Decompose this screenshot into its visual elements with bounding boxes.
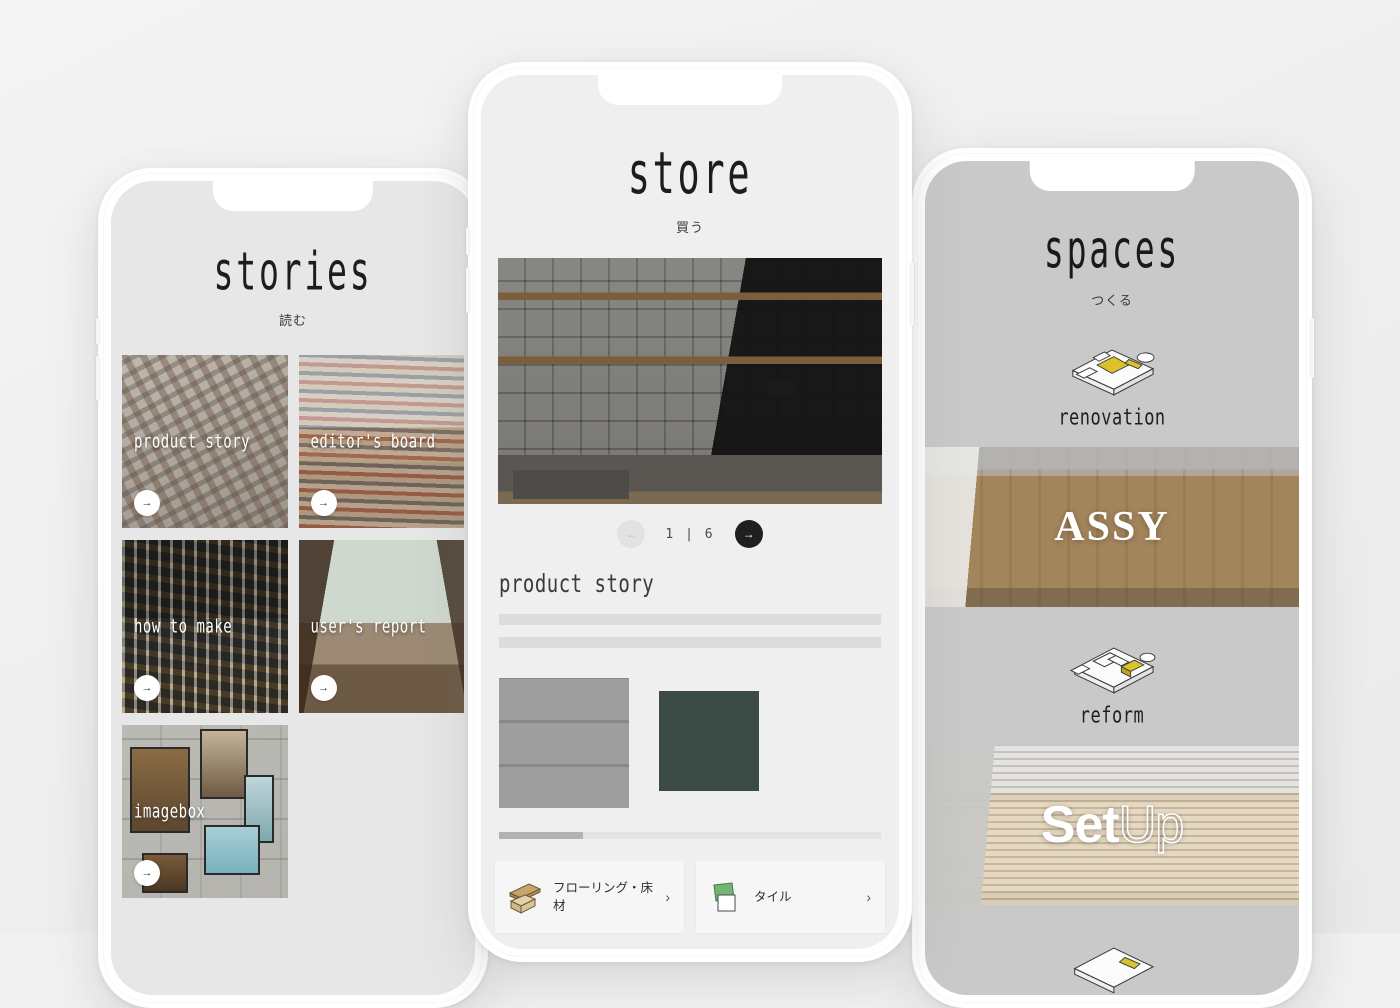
space-item-label: renovation bbox=[1058, 405, 1166, 431]
page-title-store: store bbox=[627, 141, 753, 208]
banner-label-bold: Set bbox=[1040, 796, 1120, 854]
category-button-row: フローリング・床材 › タイル › bbox=[495, 861, 885, 933]
collage-photo bbox=[200, 729, 248, 799]
collage-photo bbox=[204, 825, 260, 875]
hero-image-kitchen bbox=[498, 258, 882, 504]
swatch-gray-tile[interactable] bbox=[499, 678, 629, 808]
banner-label-thin: Up bbox=[1118, 795, 1185, 855]
carousel-next-button[interactable]: → bbox=[734, 520, 763, 548]
banner-label: SetUp bbox=[1040, 795, 1185, 855]
space-item-reform[interactable]: reform bbox=[925, 631, 1299, 729]
banner-label: ASSY bbox=[1054, 504, 1170, 550]
floorplan-isometric-icon bbox=[1073, 947, 1155, 994]
banner-assy[interactable]: ASSY bbox=[925, 447, 1299, 607]
phone-notch bbox=[212, 181, 374, 211]
carousel-prev-button[interactable]: ← bbox=[617, 520, 646, 548]
space-item-renovation[interactable]: renovation bbox=[925, 333, 1299, 431]
story-card-imagebox[interactable]: imagebox → bbox=[122, 725, 288, 898]
page-subtitle-store: 買う bbox=[675, 220, 704, 235]
page-title-spaces: spaces bbox=[1043, 221, 1181, 281]
volume-up-button[interactable] bbox=[96, 318, 99, 344]
screen-store: store 買う ← 1 | 6 → product story フローリング・… bbox=[481, 75, 899, 949]
story-card-label: imagebox bbox=[134, 800, 206, 823]
carousel-controls: ← 1 | 6 → bbox=[481, 520, 899, 548]
phone-mockup-store: store 買う ← 1 | 6 → product story フローリング・… bbox=[466, 62, 914, 962]
story-card-product-story[interactable]: product story → bbox=[122, 355, 288, 528]
space-item-label: reform bbox=[1079, 703, 1145, 729]
stories-grid: product story → editor's board → how to … bbox=[111, 355, 475, 898]
page-subtitle-spaces: つくる bbox=[1091, 293, 1133, 308]
page-title-stories: stories bbox=[213, 243, 373, 303]
wood-plank-icon bbox=[508, 883, 542, 914]
power-button[interactable] bbox=[911, 262, 914, 326]
carousel-counter: 1 | 6 bbox=[665, 526, 715, 542]
category-label: タイル bbox=[754, 888, 792, 904]
space-item-next[interactable] bbox=[925, 931, 1299, 995]
category-button-tile[interactable]: タイル › bbox=[696, 861, 885, 933]
story-card-label: editor's board bbox=[310, 430, 436, 453]
screen-stories: stories 読む product story → editor's boar… bbox=[111, 181, 475, 995]
volume-down-button[interactable] bbox=[96, 356, 99, 400]
chevron-right-icon: › bbox=[866, 889, 871, 905]
power-button[interactable] bbox=[1311, 318, 1314, 378]
hero-carousel[interactable] bbox=[498, 258, 882, 504]
arrow-right-icon[interactable]: → bbox=[134, 860, 160, 886]
phone-mockup-stories: stories 読む product story → editor's boar… bbox=[96, 168, 488, 1008]
floorplan-isometric-icon bbox=[1069, 647, 1156, 694]
product-swatch-list[interactable] bbox=[481, 678, 899, 808]
volume-down-button[interactable] bbox=[466, 267, 469, 313]
swatch-tan-tile[interactable] bbox=[789, 678, 863, 808]
swatch-dark-green[interactable] bbox=[659, 691, 759, 791]
banner-setup[interactable]: SetUp bbox=[925, 745, 1299, 905]
text-placeholder-line bbox=[499, 614, 881, 625]
arrow-right-icon[interactable]: → bbox=[134, 490, 160, 516]
volume-up-button[interactable] bbox=[466, 227, 469, 255]
scrollbar-thumb[interactable] bbox=[499, 832, 584, 839]
arrow-right-icon[interactable]: → bbox=[134, 675, 160, 701]
phone-notch bbox=[1029, 161, 1195, 191]
page-subtitle-stories: 読む bbox=[278, 313, 307, 328]
story-card-label: product story bbox=[134, 430, 251, 453]
screen-spaces: spaces つくる renovation ASSY reform SetUp bbox=[925, 161, 1299, 995]
story-card-label: how to make bbox=[134, 615, 233, 638]
phone-notch bbox=[598, 75, 782, 105]
arrow-right-icon[interactable]: → bbox=[310, 490, 337, 516]
story-card-how-to-make[interactable]: how to make → bbox=[122, 540, 288, 713]
category-label: フローリング・床材 bbox=[553, 879, 654, 913]
story-card-label: user's report bbox=[310, 615, 427, 638]
horizontal-scrollbar[interactable] bbox=[499, 832, 881, 839]
arrow-right-icon[interactable]: → bbox=[310, 675, 337, 701]
story-card-editors-board[interactable]: editor's board → bbox=[298, 355, 464, 528]
tile-square-icon bbox=[713, 882, 736, 912]
floorplan-isometric-icon bbox=[1071, 349, 1155, 396]
category-button-flooring[interactable]: フローリング・床材 › bbox=[495, 861, 684, 933]
text-placeholder-line bbox=[499, 637, 881, 648]
chevron-right-icon: › bbox=[665, 889, 670, 905]
phone-mockup-spaces: spaces つくる renovation ASSY reform SetUp bbox=[912, 148, 1314, 1008]
story-card-users-report[interactable]: user's report → bbox=[298, 540, 464, 713]
section-title-product-story: product story bbox=[499, 570, 655, 599]
